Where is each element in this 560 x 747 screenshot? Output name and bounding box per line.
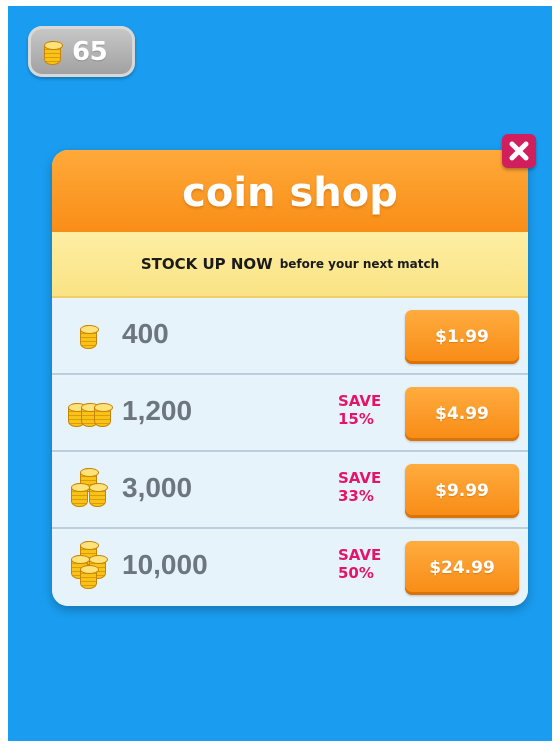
offer-row[interactable]: 400 $1.99 <box>52 300 528 375</box>
coin-stack-icon <box>44 38 63 66</box>
double-coin-stack-icon <box>68 399 113 429</box>
buy-button[interactable]: $9.99 <box>405 464 519 518</box>
save-badge: SAVE 33% <box>338 469 382 505</box>
dialog-title: coin shop <box>182 170 398 216</box>
offer-amount: 3,000 <box>122 472 193 503</box>
offer-row[interactable]: 1,200 SAVE 15% $4.99 <box>52 377 528 452</box>
game-screen: 65 coin shop STOCK UP NOW before your ne… <box>8 6 552 741</box>
promo-subtext: before your next match <box>279 257 440 271</box>
large-coin-pile-icon <box>69 541 111 591</box>
offer-amount: 10,000 <box>122 549 208 580</box>
buy-button[interactable]: $1.99 <box>405 310 519 364</box>
close-icon <box>509 141 529 161</box>
buy-button[interactable]: $4.99 <box>405 387 519 441</box>
offer-row[interactable]: 3,000 SAVE 33% $9.99 <box>52 454 528 529</box>
offer-amount: 1,200 <box>122 395 193 426</box>
coin-pile-icon <box>69 468 111 512</box>
promo-headline: STOCK UP NOW <box>140 255 273 273</box>
single-coin-stack-icon <box>80 323 99 351</box>
offer-row[interactable]: 10,000 SAVE 50% $24.99 <box>52 531 528 606</box>
buy-button[interactable]: $24.99 <box>405 541 519 595</box>
close-button[interactable] <box>502 134 536 168</box>
save-badge: SAVE 15% <box>338 392 382 428</box>
promo-banner: STOCK UP NOW before your next match <box>52 232 528 298</box>
offer-amount: 400 <box>122 318 169 349</box>
coin-shop-dialog: coin shop STOCK UP NOW before your next … <box>52 150 528 606</box>
coin-counter: 65 <box>28 26 135 77</box>
coin-count: 65 <box>72 36 108 67</box>
dialog-header: coin shop <box>52 150 528 232</box>
save-badge: SAVE 50% <box>338 546 382 582</box>
